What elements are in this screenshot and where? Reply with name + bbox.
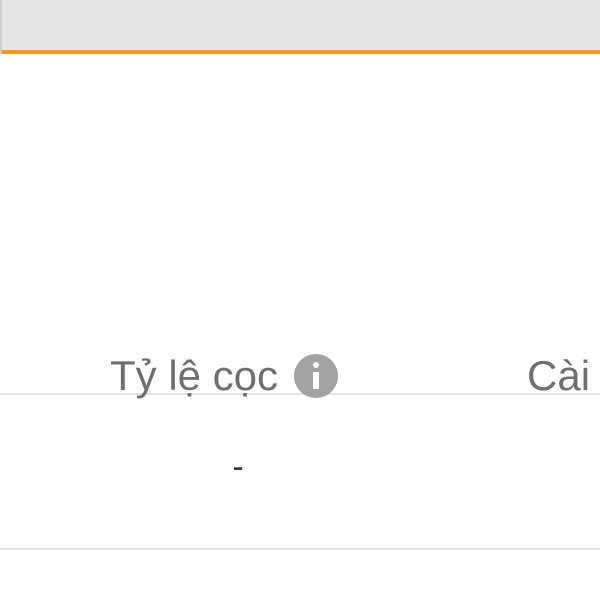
deposit-ratio-value: - [232, 448, 244, 486]
page: Tỷ lệ cọc Cài - [0, 0, 600, 600]
info-icon[interactable] [294, 354, 339, 398]
top-bar-edge [0, 0, 2, 54]
table-row: - [0, 395, 600, 550]
top-tab-bar [0, 0, 600, 54]
table-header-row: Tỷ lệ cọc Cài [0, 58, 600, 399]
